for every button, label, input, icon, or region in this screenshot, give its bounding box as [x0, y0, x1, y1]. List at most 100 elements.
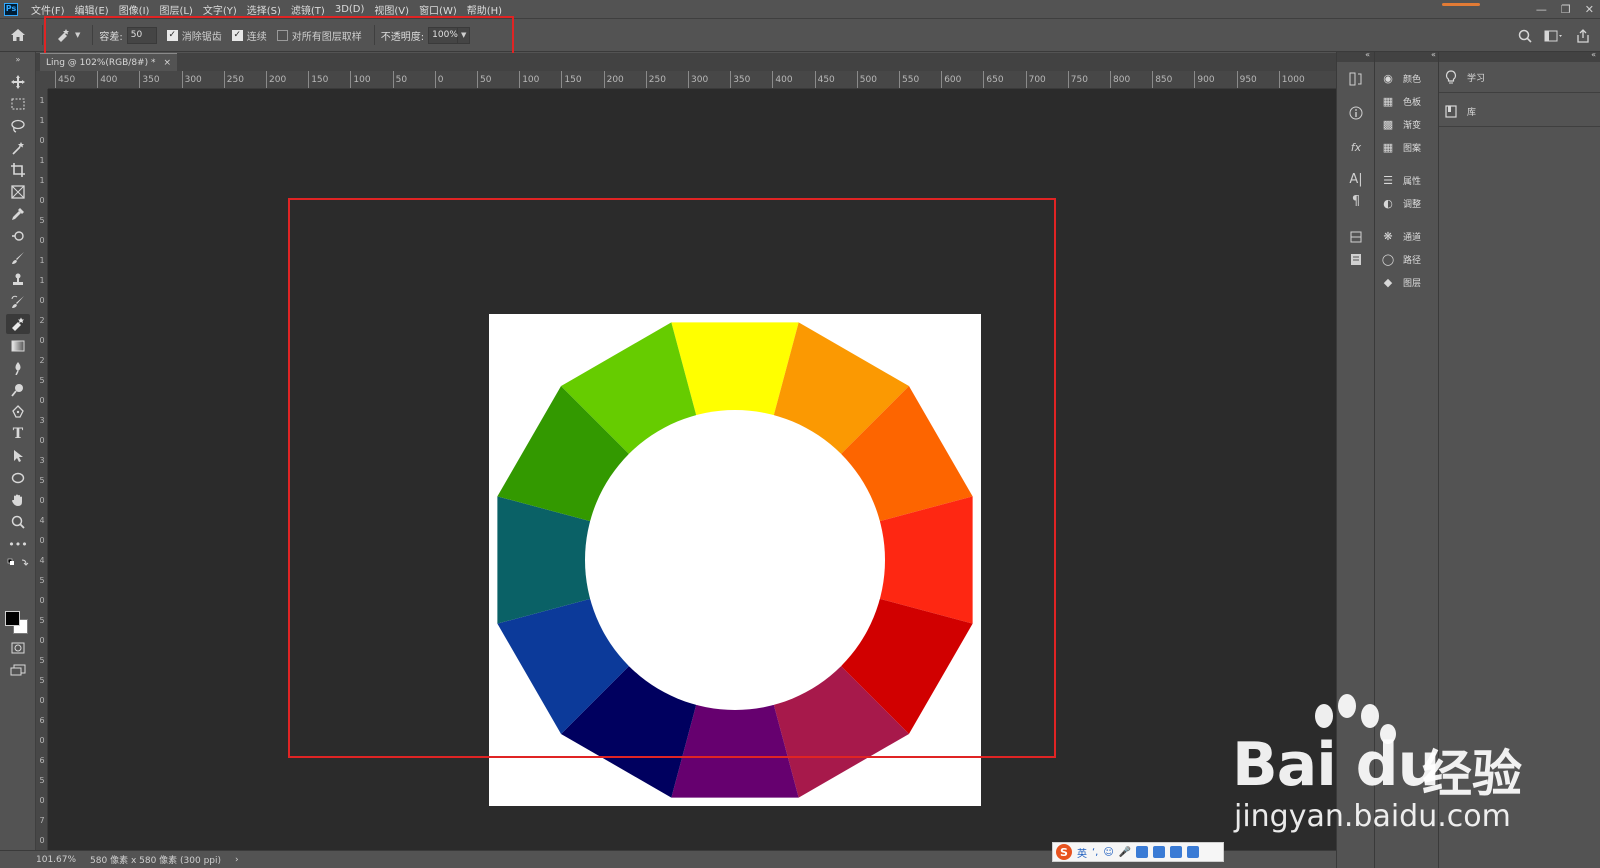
dodge-tool[interactable] — [6, 380, 30, 400]
zoom-level[interactable]: 101.67% — [36, 855, 76, 865]
contiguous-checkbox[interactable]: ✓ 连续 — [231, 28, 267, 43]
healing-brush-tool[interactable] — [6, 226, 30, 246]
screen-mode-button[interactable] — [6, 660, 30, 680]
menu-type[interactable]: 文字(Y) — [198, 2, 242, 17]
panel-learn[interactable]: 学习 — [1445, 66, 1485, 88]
anti-alias-checkbox[interactable]: ✓ 消除锯齿 — [166, 28, 222, 43]
panel-libraries[interactable]: 库 — [1445, 100, 1476, 122]
shape-tool[interactable] — [6, 468, 30, 488]
history-panel-icon[interactable] — [1347, 70, 1365, 88]
collapse-panels-icon[interactable]: « — [1365, 50, 1370, 59]
image-artboard[interactable] — [489, 314, 981, 806]
close-tab-icon[interactable]: × — [163, 58, 171, 68]
ruler-tick-label: 900 — [1197, 75, 1215, 85]
frame-tool[interactable] — [6, 182, 30, 202]
ruler-tick-label: 0 — [39, 836, 45, 845]
collapse-panels-icon[interactable]: « — [1591, 50, 1596, 59]
move-tool[interactable] — [6, 72, 30, 92]
menu-3d[interactable]: 3D(D) — [330, 4, 370, 15]
ruler-tick-mark — [603, 71, 605, 88]
pen-tool[interactable] — [6, 402, 30, 422]
menu-help[interactable]: 帮助(H) — [462, 2, 507, 17]
tool-preset-picker[interactable]: ▼ — [49, 28, 86, 42]
menu-layer[interactable]: 图层(L) — [154, 2, 197, 17]
keyboard-icon[interactable] — [1136, 846, 1149, 858]
sample-all-layers-checkbox[interactable]: 对所有图层取样 — [276, 28, 362, 43]
close-icon[interactable]: ✕ — [1585, 3, 1594, 16]
workspace-icon[interactable] — [1544, 29, 1564, 43]
punctuation-icon[interactable]: ‘, — [1092, 847, 1098, 858]
history-brush-tool[interactable] — [6, 292, 30, 312]
magic-eraser-tool[interactable] — [6, 314, 30, 334]
menu-view[interactable]: 视图(V) — [369, 2, 414, 17]
panel-properties[interactable]: ☰ 属性 — [1381, 170, 1421, 190]
paragraph-panel-icon[interactable]: ¶ — [1347, 192, 1365, 210]
clone-stamp-tool[interactable] — [6, 270, 30, 290]
menu-select[interactable]: 选择(S) — [242, 2, 286, 17]
path-selection-tool[interactable] — [6, 446, 30, 466]
panel-gradients[interactable]: ▩ 渐变 — [1381, 114, 1421, 134]
status-menu-arrow[interactable]: › — [235, 855, 239, 865]
emoji-icon[interactable]: ☺ — [1103, 847, 1113, 858]
panel-patterns[interactable]: ▦ 图案 — [1381, 137, 1421, 157]
ime-mode[interactable]: 英 — [1077, 845, 1087, 860]
marquee-tool[interactable] — [6, 94, 30, 114]
quick-mask-button[interactable] — [6, 638, 30, 658]
toolbox-icon[interactable] — [1187, 846, 1200, 858]
foreground-color-swatch[interactable] — [5, 611, 20, 626]
hand-tool[interactable] — [6, 490, 30, 510]
search-icon[interactable] — [1518, 29, 1532, 43]
panel-label: 渐变 — [1403, 120, 1422, 131]
menu-edit[interactable]: 编辑(E) — [70, 2, 114, 17]
minimize-icon[interactable]: — — [1536, 3, 1547, 16]
gradient-tool[interactable] — [6, 336, 30, 356]
default-colors-button[interactable] — [6, 556, 30, 570]
ime-toolbar[interactable]: S 英 ‘, ☺ 🎤 — [1052, 842, 1224, 862]
lasso-tool[interactable] — [6, 116, 30, 136]
panel-label: 图层 — [1403, 278, 1422, 289]
panel-color[interactable]: ◉ 颜色 — [1381, 68, 1421, 88]
opacity-input[interactable]: 100% — [428, 26, 459, 44]
blur-tool[interactable] — [6, 358, 30, 378]
color-swatches[interactable] — [5, 611, 31, 637]
zoom-tool[interactable] — [6, 512, 30, 532]
panel-paths[interactable]: ◯ 路径 — [1381, 249, 1421, 269]
menu-filter[interactable]: 滤镜(T) — [286, 2, 330, 17]
mic-icon[interactable]: 🎤 — [1119, 847, 1131, 858]
brush-tool[interactable] — [6, 248, 30, 268]
panel-adjustments[interactable]: ◐ 调整 — [1381, 193, 1421, 213]
glyphs-panel-icon[interactable] — [1347, 228, 1365, 246]
menu-image[interactable]: 图像(I) — [114, 2, 155, 17]
check-icon: ✓ — [166, 29, 178, 41]
restore-icon[interactable]: ❐ — [1561, 3, 1571, 16]
crop-tool[interactable] — [6, 160, 30, 180]
panel-channels[interactable]: ❋ 通道 — [1381, 226, 1421, 246]
magic-wand-tool[interactable] — [6, 138, 30, 158]
eyedropper-tool[interactable] — [6, 204, 30, 224]
share-icon[interactable] — [1576, 29, 1590, 43]
user-icon[interactable] — [1153, 846, 1166, 858]
menu-window[interactable]: 窗口(W) — [414, 2, 462, 17]
panel-swatches[interactable]: ▦ 色板 — [1381, 91, 1421, 111]
styles-panel-icon[interactable]: fx — [1347, 138, 1365, 156]
edit-toolbar-button[interactable]: ••• — [6, 534, 30, 554]
tolerance-input[interactable]: 50 — [126, 26, 157, 44]
character-panel-icon[interactable]: A| — [1347, 170, 1365, 188]
info-panel-icon[interactable] — [1347, 104, 1365, 122]
panel-layers[interactable]: ◆ 图层 — [1381, 272, 1421, 292]
opacity-dropdown-button[interactable]: ▼ — [458, 26, 471, 44]
collapse-toolbar-icon[interactable]: » — [6, 54, 30, 64]
collapse-panels-icon[interactable]: « — [1431, 50, 1436, 59]
ruler-tick-mark — [899, 71, 900, 88]
notes-panel-icon[interactable] — [1347, 250, 1365, 268]
document-canvas[interactable] — [48, 89, 1336, 850]
home-button[interactable] — [0, 19, 36, 51]
document-tab[interactable]: Ling @ 102%(RGB/8#) * × — [40, 53, 178, 71]
photoshop-window: Ps 文件(F) 编辑(E) 图像(I) 图层(L) 文字(Y) 选择(S) 滤… — [0, 0, 1600, 868]
ruler-tick-mark — [1067, 71, 1069, 88]
type-tool[interactable]: T — [6, 424, 30, 444]
skin-icon[interactable] — [1170, 846, 1183, 858]
menu-file[interactable]: 文件(F) — [26, 2, 70, 17]
ruler-tick-label: 1 — [39, 96, 45, 105]
color-icon: ◉ — [1383, 71, 1393, 85]
